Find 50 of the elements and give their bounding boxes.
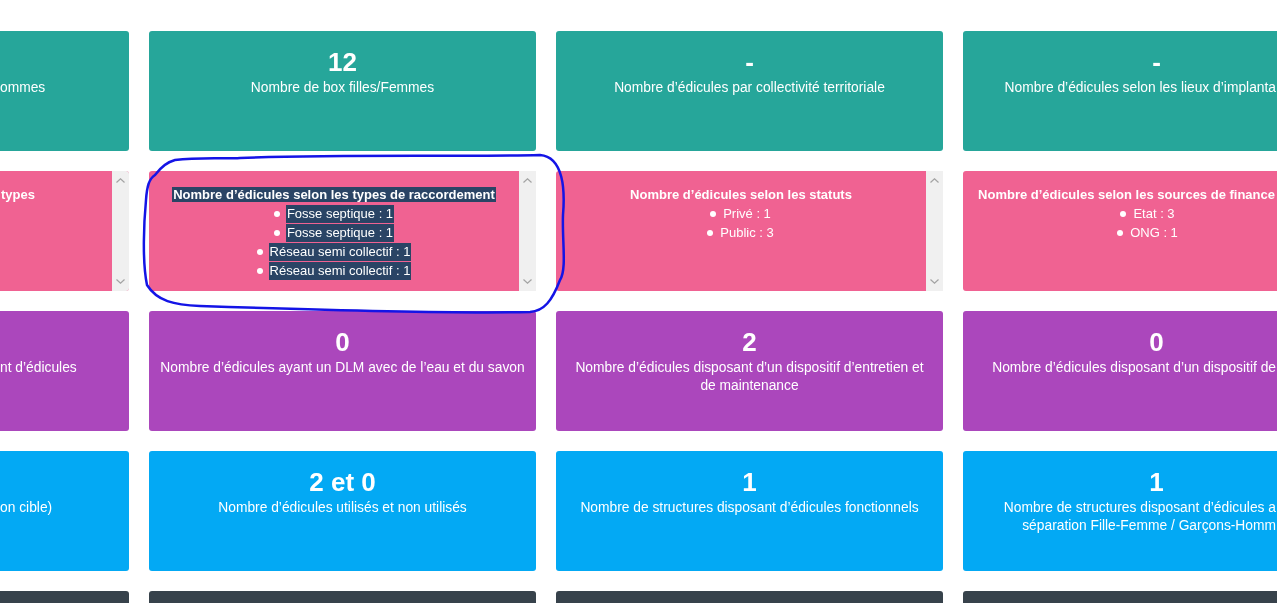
stat-value: 2 — [742, 327, 757, 357]
bullet-icon — [273, 210, 280, 217]
stat-label: ommes — [0, 79, 46, 97]
stat-label: Nombre d’édicules ayant un DLM avec de l’eau et du savon — [160, 359, 525, 377]
card-title: Nombre d’édicules selon les statuts — [629, 187, 853, 202]
stat-value: 2 et 0 — [309, 467, 376, 497]
card-title: Nombre d’édicules selon les sources de finance — [977, 187, 1276, 202]
stat-value: - — [745, 47, 754, 77]
list-item: Public : 3 — [719, 223, 775, 242]
stat-label: on cible) — [0, 499, 53, 517]
scrollbar[interactable] — [519, 171, 536, 291]
bullet-icon — [256, 248, 263, 255]
stat-value: - — [1152, 47, 1161, 77]
chevron-down-icon[interactable] — [930, 279, 939, 284]
stat-label: Nombre de box filles/Femmes — [250, 79, 435, 97]
list-item: Fosse septique : 1 — [285, 223, 395, 242]
stat-label: Nombre d’édicules disposant d’un dispositif de — [992, 359, 1276, 377]
chevron-down-icon[interactable] — [116, 279, 125, 284]
bullet-icon — [256, 267, 263, 274]
list-item: ONG : 1 — [1129, 223, 1179, 242]
stat-label: Nombre d’édicules selon les lieux d’implanta — [1004, 79, 1276, 97]
stat-value: 0 — [335, 327, 350, 357]
bullet-icon — [1117, 229, 1124, 236]
stat-label: nt d’édicules — [0, 359, 77, 377]
scrollbar[interactable] — [112, 171, 129, 291]
scrollbar[interactable] — [926, 171, 943, 291]
stat-label: Nombre d’édicules utilisés et non utilisés — [218, 499, 467, 517]
list-item: Etat : 3 — [1132, 204, 1176, 223]
stat-value: 12 — [328, 47, 357, 77]
card-title: Nombre d’édicules selon les types de raccordement — [172, 187, 496, 202]
list-item: Réseau semi collectif : 1 — [268, 261, 412, 280]
bullet-icon — [273, 229, 280, 236]
stat-label: Nombre d’édicules disposant d’un dispositif d’entretien et de maintenance — [575, 359, 924, 395]
chevron-down-icon[interactable] — [523, 279, 532, 284]
stat-value: 1 — [1149, 467, 1164, 497]
list-item: Réseau semi collectif : 1 — [268, 242, 412, 261]
bullet-icon — [710, 210, 717, 217]
stat-label: Nombre d’édicules par collectivité territoriale — [614, 79, 885, 97]
bullet-icon — [707, 229, 714, 236]
bullet-icon — [1120, 210, 1127, 217]
list-item: Fosse septique : 1 — [285, 204, 395, 223]
chevron-up-icon[interactable] — [116, 178, 125, 183]
stat-label: Nombre de structures disposant d’édicules a séparation Fille-Femme / Garçons-Homm — [1003, 499, 1276, 535]
card-title: types — [0, 187, 36, 202]
chevron-up-icon[interactable] — [523, 178, 532, 183]
stat-label: Nombre de structures disposant d’édicules fonctionnels — [580, 499, 919, 517]
chevron-up-icon[interactable] — [930, 178, 939, 183]
list-item: Privé : 1 — [722, 204, 772, 223]
stat-value: 1 — [742, 467, 757, 497]
stat-value: 0 — [1149, 327, 1164, 357]
